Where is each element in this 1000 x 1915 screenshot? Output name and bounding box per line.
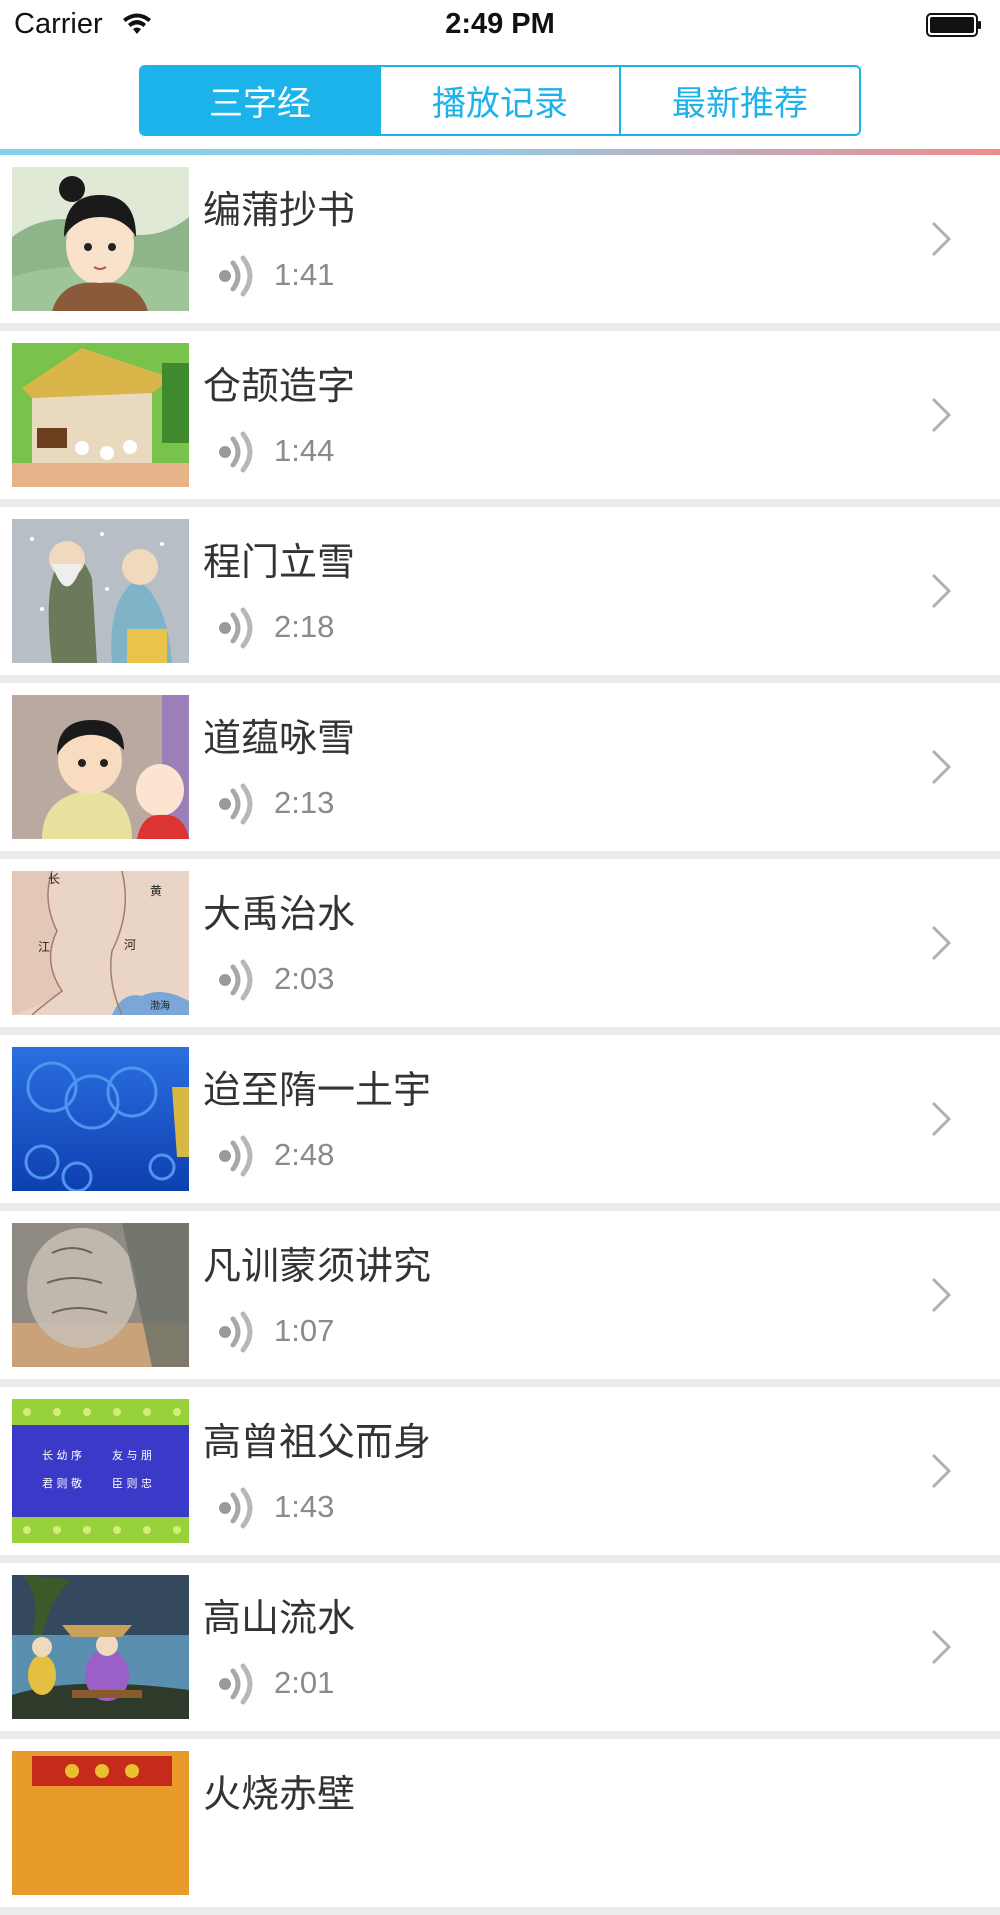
- list-item[interactable]: 迨至隋一土宇 2:48: [0, 1035, 1000, 1211]
- thumbnail-text: 君 则 敬: [42, 1477, 82, 1490]
- audio-icon: [219, 431, 253, 473]
- list-item[interactable]: 仓颉造字 1:44: [0, 331, 1000, 507]
- map-label: 长: [48, 872, 60, 886]
- story-title: 程门立雪: [203, 540, 356, 584]
- story-duration: 2:48: [274, 1137, 335, 1172]
- status-bar: Carrier 2:49 PM: [0, 0, 1000, 50]
- battery-icon: [926, 13, 981, 37]
- tab-sanzijing[interactable]: 三字经: [141, 67, 379, 134]
- list-item[interactable]: 道蕴咏雪 2:13: [0, 683, 1000, 859]
- list-item[interactable]: 高山流水 2:01: [0, 1563, 1000, 1739]
- story-duration: 2:03: [274, 961, 335, 996]
- story-thumbnail: [12, 519, 189, 663]
- map-label: 河: [124, 938, 136, 952]
- category-segmented-control: 三字经 播放记录 最新推荐: [139, 65, 861, 136]
- story-title: 高曾祖父而身: [203, 1420, 432, 1464]
- story-title: 火烧赤壁: [203, 1772, 356, 1816]
- chevron-right-icon: [931, 749, 952, 785]
- list-item[interactable]: 火烧赤壁: [0, 1739, 1000, 1915]
- story-duration: 2:13: [274, 785, 335, 820]
- chevron-right-icon: [931, 1101, 952, 1137]
- story-duration: 1:41: [274, 257, 335, 292]
- chevron-right-icon: [931, 1629, 952, 1665]
- story-duration: 2:18: [274, 609, 335, 644]
- audio-icon: [219, 959, 253, 1001]
- audio-icon: [219, 1135, 253, 1177]
- story-title: 高山流水: [203, 1596, 356, 1640]
- map-label: 江: [38, 940, 50, 954]
- map-label: 渤海: [150, 999, 170, 1012]
- thumbnail-text: 臣 则 忠: [112, 1477, 152, 1490]
- story-thumbnail: [12, 1223, 189, 1367]
- story-thumbnail: [12, 167, 189, 311]
- audio-icon: [219, 255, 253, 297]
- tab-latest-recommendations[interactable]: 最新推荐: [619, 67, 859, 134]
- story-thumbnail: [12, 695, 189, 839]
- story-duration: 1:44: [274, 433, 335, 468]
- story-thumbnail: [12, 343, 189, 487]
- clock: 2:49 PM: [445, 8, 555, 40]
- story-thumbnail: [12, 1047, 189, 1191]
- audio-icon: [219, 1487, 253, 1529]
- chevron-right-icon: [931, 397, 952, 433]
- tab-play-history[interactable]: 播放记录: [379, 67, 619, 134]
- thumbnail-text: 友 与 朋: [112, 1448, 152, 1462]
- chevron-right-icon: [931, 1277, 952, 1313]
- list-item[interactable]: 凡训蒙须讲究 1:07: [0, 1211, 1000, 1387]
- chevron-right-icon: [931, 573, 952, 609]
- audio-icon: [219, 1311, 253, 1353]
- story-title: 大禹治水: [203, 892, 356, 936]
- story-duration: 1:43: [274, 1489, 335, 1524]
- audio-icon: [219, 607, 253, 649]
- audio-icon: [219, 783, 253, 825]
- story-title: 仓颉造字: [203, 364, 356, 408]
- story-thumbnail: 长 幼 序 友 与 朋 君 则 敬 臣 则 忠: [12, 1399, 189, 1543]
- story-thumbnail: [12, 1575, 189, 1719]
- chevron-right-icon: [931, 925, 952, 961]
- story-title: 迨至隋一土宇: [203, 1068, 432, 1112]
- list-item[interactable]: 长 黄 江 河 渤海 大禹治水 2:03: [0, 859, 1000, 1035]
- list-item[interactable]: 编蒲抄书 1:41: [0, 155, 1000, 331]
- list-item[interactable]: 程门立雪 2:18: [0, 507, 1000, 683]
- story-thumbnail: [12, 1751, 189, 1895]
- story-thumbnail: 长 黄 江 河 渤海: [12, 871, 189, 1015]
- map-label: 黄: [150, 884, 162, 898]
- chevron-right-icon: [931, 221, 952, 257]
- chevron-right-icon: [931, 1453, 952, 1489]
- story-duration: 1:07: [274, 1313, 335, 1348]
- list-item[interactable]: 长 幼 序 友 与 朋 君 则 敬 臣 则 忠 高曾祖父而身 1:43: [0, 1387, 1000, 1563]
- thumbnail-text: 长 幼 序: [42, 1448, 82, 1462]
- story-title: 编蒲抄书: [203, 188, 356, 232]
- story-title: 凡训蒙须讲究: [203, 1244, 432, 1288]
- story-list: 编蒲抄书 1:41 仓颉造字 1:44 程门立雪 2:18 道蕴咏雪 2:13 …: [0, 155, 1000, 1915]
- story-duration: 2:01: [274, 1665, 335, 1700]
- story-title: 道蕴咏雪: [203, 716, 356, 760]
- audio-icon: [219, 1663, 253, 1705]
